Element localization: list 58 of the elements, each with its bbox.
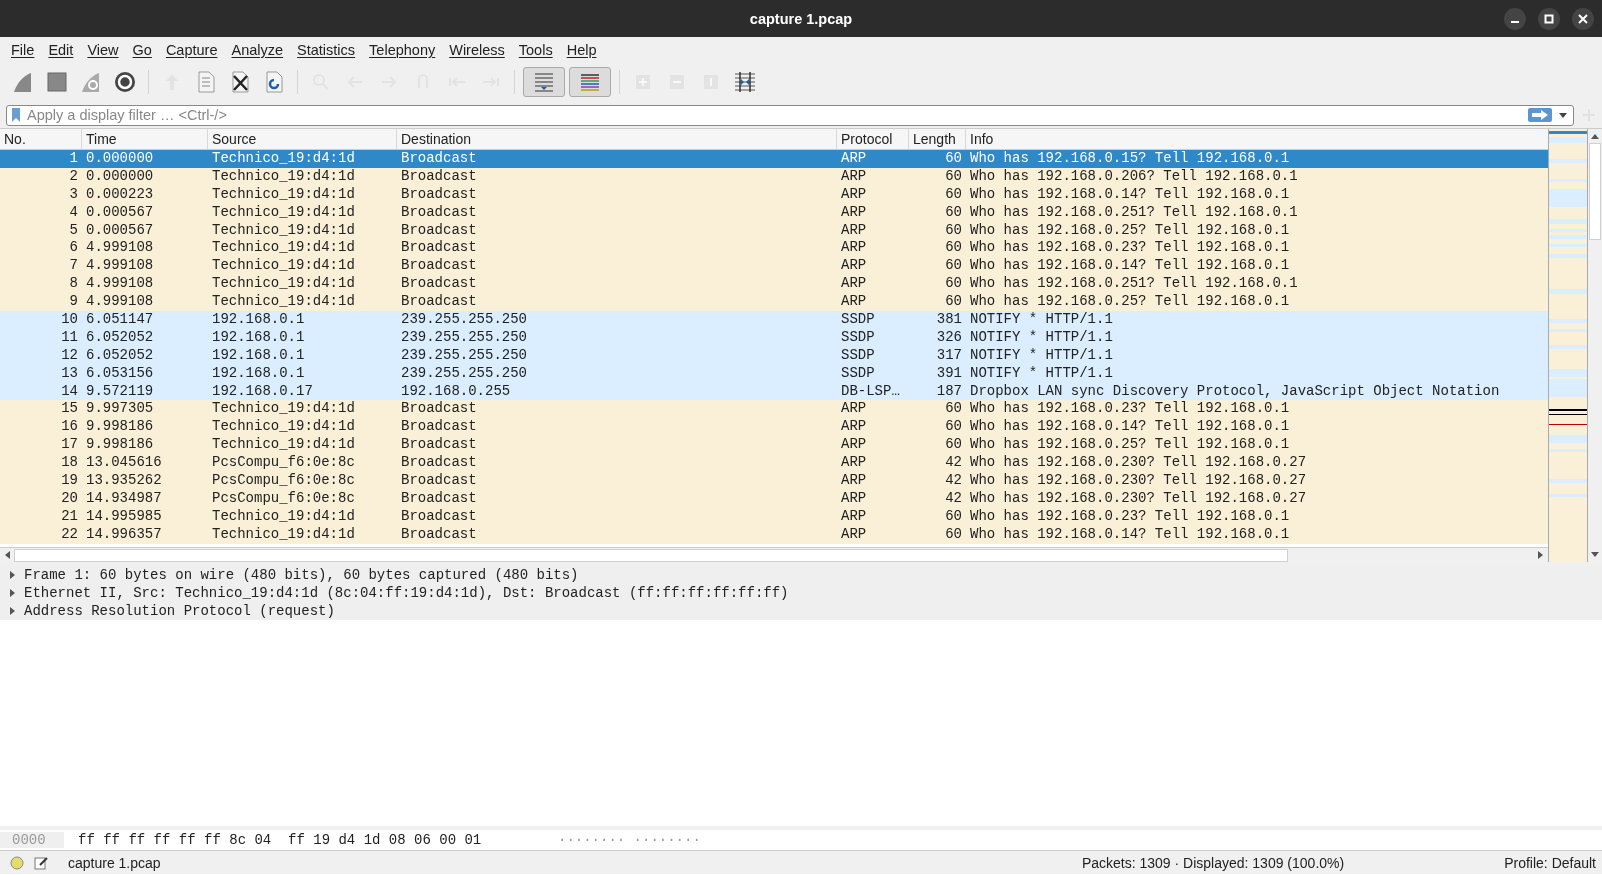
colored-lines-icon[interactable] <box>569 67 611 97</box>
detail-tree-item[interactable]: Frame 1: 60 bytes on wire (480 bits), 60 bytes captured (480 bits) <box>0 566 1602 584</box>
scrollbar-thumb[interactable] <box>1589 143 1601 240</box>
display-filter-field[interactable]: Apply a display filter … <Ctrl-/> <box>6 104 1574 126</box>
column-header[interactable]: Destination <box>397 129 837 149</box>
dropdown-caret-icon[interactable] <box>1559 112 1567 119</box>
scroll-left-icon[interactable] <box>4 551 12 559</box>
minimize-icon <box>1511 21 1519 23</box>
bookmark-icon[interactable] <box>11 106 21 123</box>
ascii-bytes: ········ ········ <box>557 832 701 848</box>
packet-row[interactable]: 10 6.051147 192.168.0.1 239.255.255.250 SSDP 381 NOTIFY * HTTP/1.1 <box>0 311 1548 329</box>
menu-item[interactable]: Statistics <box>290 41 363 58</box>
packet-row[interactable]: 17 9.998186 Technico_19:d4:1d Broadcast ARP 60 Who has 192.168.0.25? Tell 192.168.0.1 <box>0 436 1548 455</box>
scroll-up-icon[interactable] <box>1591 133 1599 141</box>
window-title: capture 1.pcap <box>749 10 853 27</box>
vertical-scrollbar[interactable] <box>1588 129 1602 562</box>
menu-item[interactable]: Tools <box>511 41 560 58</box>
menu-item[interactable]: Help <box>559 41 604 58</box>
scroll-right-icon[interactable] <box>1536 551 1544 559</box>
packet-row[interactable]: 1 0.000000 Technico_19:d4:1d Broadcast ARP 60 Who has 192.168.0.15? Tell 192.168.0.1 <box>0 150 1548 168</box>
packets-count: Packets: 1309 · Displayed: 1309 (100.0%) <box>1081 854 1345 871</box>
column-header[interactable]: Info <box>966 129 1548 149</box>
column-header[interactable]: Time <box>82 129 208 149</box>
packet-row[interactable]: 16 9.998186 Technico_19:d4:1d Broadcast ARP 60 Who has 192.168.0.14? Tell 192.168.0.1 <box>0 418 1548 437</box>
maximize-button[interactable] <box>1538 8 1560 30</box>
menu-item[interactable]: Telephony <box>362 41 443 58</box>
column-header[interactable]: No. <box>0 129 82 149</box>
maximize-icon <box>1544 14 1554 24</box>
column-header[interactable]: Protocol <box>837 129 909 149</box>
menu-item[interactable]: Capture <box>158 41 225 58</box>
column-header[interactable]: Length <box>909 129 966 149</box>
status-file-name: capture 1.pcap <box>68 854 162 871</box>
edit-comment-icon[interactable] <box>34 855 48 870</box>
packet-row[interactable]: 9 4.999108 Technico_19:d4:1d Broadcast ARP 60 Who has 192.168.0.25? Tell 192.168.0.1 <box>0 293 1548 311</box>
menu-item[interactable]: Wireless <box>442 41 512 58</box>
menu-item[interactable]: File <box>4 41 42 58</box>
menu-item[interactable]: Go <box>125 41 159 58</box>
close-icon <box>1578 14 1588 24</box>
column-header[interactable]: Source <box>208 129 397 149</box>
packet-row[interactable]: 19 13.935262 PcsCompu_f6:0e:8c Broadcast ARP 42 Who has 192.168.0.230? Tell 192.168.0.27 <box>0 472 1548 490</box>
hex-bytes: ff ff ff ff ff ff 8c 04 ff 19 d4 1d 08 06 00 01 <box>77 832 483 848</box>
packet-row[interactable]: 18 13.045616 PcsCompu_f6:0e:8c Broadcast ARP 42 Who has 192.168.0.230? Tell 192.168.0.27 <box>0 454 1548 473</box>
menu-item[interactable]: View <box>80 41 126 58</box>
scrollbar-thumb[interactable] <box>14 549 1288 562</box>
close-button[interactable] <box>1572 8 1594 30</box>
horizontal-scrollbar[interactable] <box>0 547 1548 562</box>
packet-row[interactable]: 15 9.997305 Technico_19:d4:1d Broadcast ARP 60 Who has 192.168.0.23? Tell 192.168.0.1 <box>0 400 1548 419</box>
packet-row[interactable]: 8 4.999108 Technico_19:d4:1d Broadcast ARP 60 Who has 192.168.0.251? Tell 192.168.0.1 <box>0 275 1548 294</box>
scroll-lines-icon[interactable] <box>523 67 565 97</box>
profile-label[interactable]: Profile: Default <box>1504 854 1596 871</box>
scroll-down-icon[interactable] <box>1591 550 1599 558</box>
menu-item[interactable]: Edit <box>41 41 81 58</box>
packet-row[interactable]: 6 4.999108 Technico_19:d4:1d Broadcast ARP 60 Who has 192.168.0.23? Tell 192.168.0.1 <box>0 239 1548 258</box>
menu-item[interactable]: Analyze <box>224 41 291 58</box>
minimize-button[interactable] <box>1504 8 1526 30</box>
byte-offset: 0000 <box>0 832 64 848</box>
status-indicator-icon <box>10 855 24 870</box>
packet-row[interactable]: 7 4.999108 Technico_19:d4:1d Broadcast ARP 60 Who has 192.168.0.14? Tell 192.168.0.1 <box>0 257 1548 276</box>
